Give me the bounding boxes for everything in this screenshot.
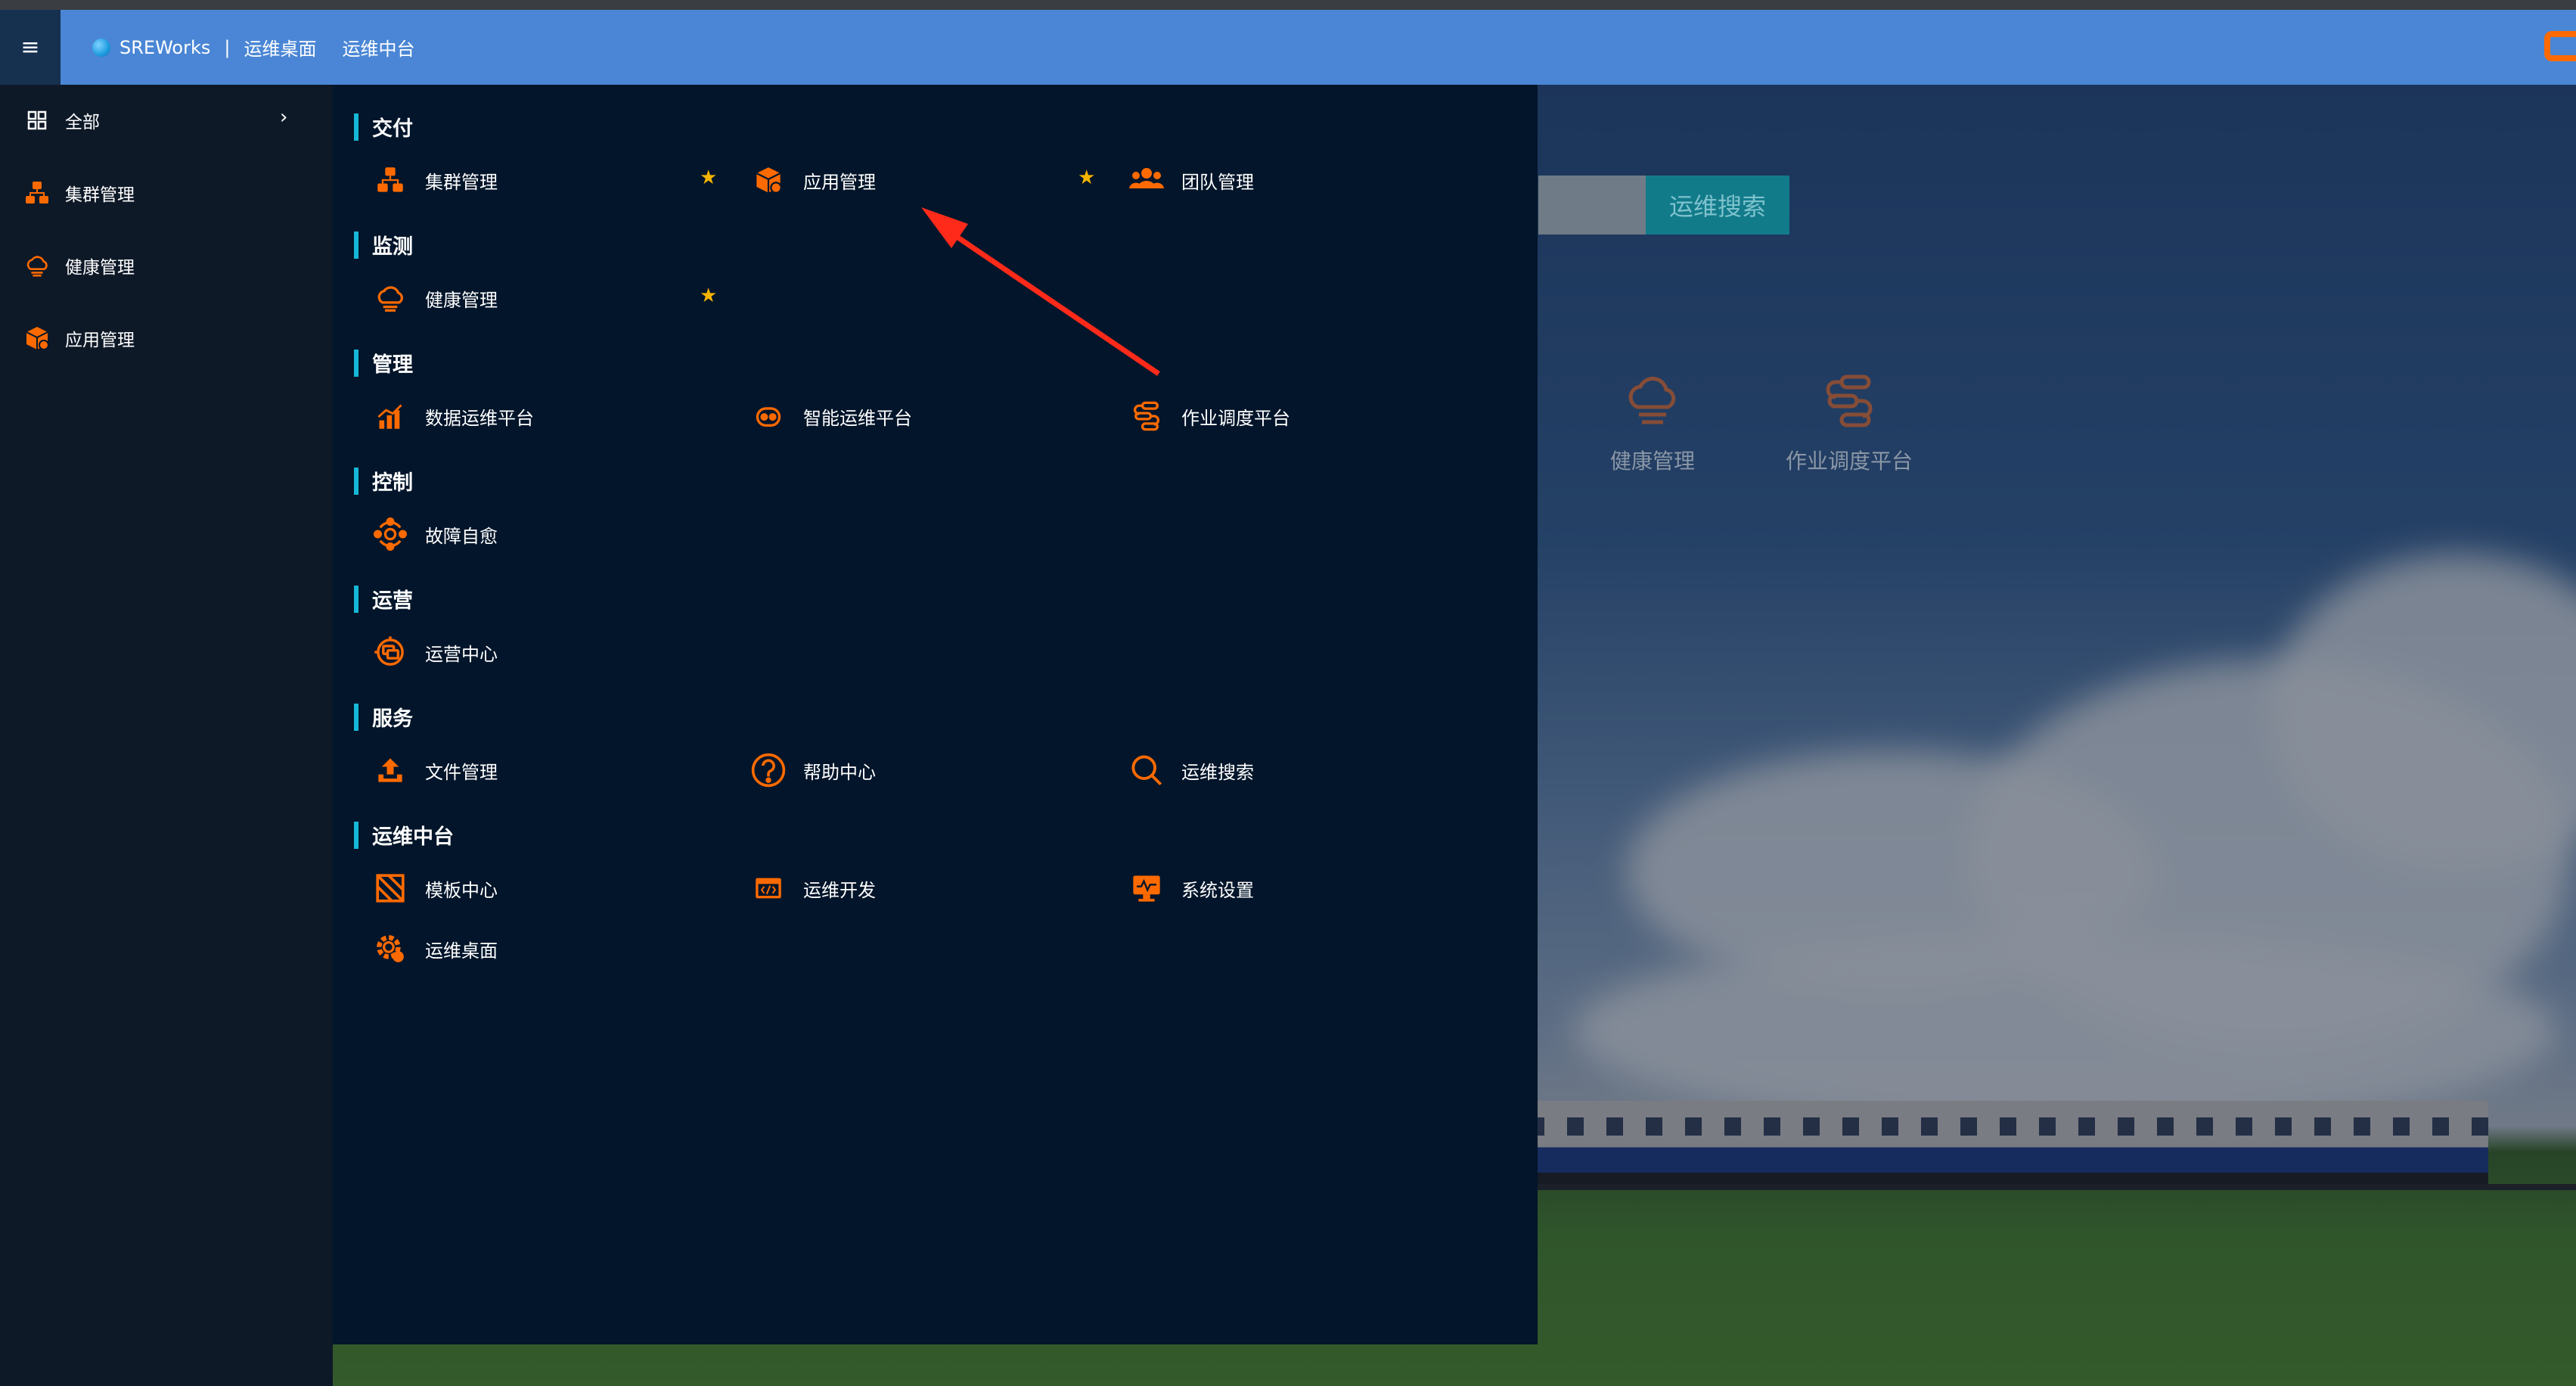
sidebar-item-label: 集群管理 xyxy=(65,185,135,205)
self-heal-icon xyxy=(372,516,408,552)
search-icon xyxy=(1128,752,1165,788)
breadcrumb-desktop[interactable]: 运维桌面 xyxy=(244,34,316,61)
star-icon[interactable]: ★ xyxy=(1078,166,1095,189)
menu-item-settings[interactable]: 系统设置 xyxy=(1128,870,1254,906)
help-icon xyxy=(750,752,787,788)
menu-item-label: 运维搜索 xyxy=(1181,761,1254,783)
menu-item-job-schedule[interactable]: 作业调度平台 xyxy=(1128,398,1290,434)
category-title: 服务 xyxy=(372,707,413,731)
grid-icon xyxy=(24,107,50,133)
app-box-icon xyxy=(24,325,50,351)
menu-item-ops-center[interactable]: 运营中心 xyxy=(372,634,498,670)
health-cloud-icon xyxy=(24,253,50,278)
browser-strip xyxy=(0,0,2576,10)
breadcrumb-separator: | xyxy=(224,36,231,58)
category-title: 交付 xyxy=(372,117,413,141)
menu-item-desktop[interactable]: 运维桌面 xyxy=(372,931,498,967)
sidebar-item-all[interactable]: 全部 xyxy=(24,107,100,133)
bar-chart-icon xyxy=(372,398,408,434)
menu-item-help[interactable]: 帮助中心 xyxy=(750,752,876,788)
menu-item-label: 运维开发 xyxy=(803,879,876,901)
menu-item-search[interactable]: 运维搜索 xyxy=(1128,752,1254,788)
menu-item-label: 故障自愈 xyxy=(425,525,498,547)
sidebar-item-app[interactable]: 应用管理 xyxy=(24,325,135,351)
menu-item-label: 模板中心 xyxy=(425,879,498,901)
sidebar-item-label: 应用管理 xyxy=(65,331,135,350)
category-title: 监测 xyxy=(372,235,413,259)
menu-item-label: 运维桌面 xyxy=(425,940,498,962)
chevron-right-icon[interactable]: › xyxy=(280,106,287,129)
top-bar: ≡ SREWorks | 运维桌面 运维中台 xyxy=(0,10,2576,85)
menu-item-health[interactable]: 健康管理 xyxy=(372,280,498,316)
category-control: 控制 xyxy=(354,466,413,496)
code-window-icon xyxy=(750,870,787,906)
menu-item-label: 运营中心 xyxy=(425,643,498,665)
job-schedule-icon xyxy=(1128,398,1165,434)
sidebar: 全部 › 集群管理 健康管理 应用管理 xyxy=(0,85,333,1386)
menu-item-dev[interactable]: 运维开发 xyxy=(750,870,876,906)
menu-item-label: 团队管理 xyxy=(1181,171,1254,193)
menu-item-label: 数据运维平台 xyxy=(425,407,534,429)
upload-icon xyxy=(372,752,408,788)
cluster-icon xyxy=(24,180,50,206)
menu-item-team[interactable]: 团队管理 xyxy=(1128,162,1254,198)
menu-item-label: 应用管理 xyxy=(803,171,876,193)
menu-item-self-heal[interactable]: 故障自愈 xyxy=(372,516,498,552)
menu-item-label: 作业调度平台 xyxy=(1181,407,1290,429)
category-management: 管理 xyxy=(354,348,413,378)
menu-item-label: 集群管理 xyxy=(425,171,498,193)
category-title: 管理 xyxy=(372,353,413,377)
category-delivery: 交付 xyxy=(354,112,413,141)
category-service: 服务 xyxy=(354,702,413,732)
menu-item-cluster[interactable]: 集群管理 xyxy=(372,162,498,198)
bg-search-button[interactable]: 运维搜索 xyxy=(1646,176,1789,235)
cluster-icon xyxy=(372,162,408,198)
robot-icon xyxy=(750,398,787,434)
template-icon xyxy=(372,870,408,906)
menu-item-data-ops[interactable]: 数据运维平台 xyxy=(372,398,534,434)
gear-icon xyxy=(372,931,408,967)
app-menu-panel: 交付 集群管理 ★ 应用管理 ★ 团队管理 监测 健康管理 ★ 管理 数据运维平… xyxy=(333,85,1538,1344)
team-icon xyxy=(1128,162,1165,198)
sidebar-item-label: 健康管理 xyxy=(65,258,135,278)
brand-corner-icon[interactable] xyxy=(2544,31,2576,61)
menu-item-label: 智能运维平台 xyxy=(803,407,912,429)
category-monitoring: 监测 xyxy=(354,230,413,259)
job-schedule-icon xyxy=(1819,371,1879,431)
health-cloud-icon xyxy=(1622,371,1683,431)
menu-item-label: 系统设置 xyxy=(1181,879,1254,901)
health-cloud-icon xyxy=(372,280,408,316)
ops-center-icon xyxy=(372,634,408,670)
hamburger-icon: ≡ xyxy=(20,34,40,61)
bg-app-health[interactable]: 健康管理 xyxy=(1577,371,1728,475)
breadcrumb-platform[interactable]: 运维中台 xyxy=(342,34,414,61)
sidebar-item-health[interactable]: 健康管理 xyxy=(24,253,135,278)
menu-item-ai-ops[interactable]: 智能运维平台 xyxy=(750,398,912,434)
sidebar-item-cluster[interactable]: 集群管理 xyxy=(24,180,135,206)
menu-item-label: 文件管理 xyxy=(425,761,498,783)
bg-app-label: 健康管理 xyxy=(1609,449,1695,474)
category-ops-platform: 运维中台 xyxy=(354,820,454,850)
menu-toggle-button[interactable]: ≡ xyxy=(0,10,61,85)
app-box-icon xyxy=(750,162,787,198)
bg-app-job[interactable]: 作业调度平台 xyxy=(1774,371,1925,475)
sidebar-item-label: 全部 xyxy=(65,113,100,132)
star-icon[interactable]: ★ xyxy=(700,166,717,189)
bg-app-label: 作业调度平台 xyxy=(1785,449,1913,474)
star-icon[interactable]: ★ xyxy=(700,284,717,307)
menu-item-template[interactable]: 模板中心 xyxy=(372,870,498,906)
menu-item-file[interactable]: 文件管理 xyxy=(372,752,498,788)
menu-item-label: 健康管理 xyxy=(425,289,498,311)
brand-name[interactable]: SREWorks xyxy=(119,37,210,58)
sreworks-logo-icon xyxy=(92,38,110,57)
category-title: 运维中台 xyxy=(372,825,454,849)
breadcrumb: SREWorks | 运维桌面 运维中台 xyxy=(92,10,414,85)
menu-item-app[interactable]: 应用管理 xyxy=(750,162,876,198)
menu-item-label: 帮助中心 xyxy=(803,761,876,783)
category-title: 运营 xyxy=(372,589,413,613)
category-title: 控制 xyxy=(372,471,413,495)
category-operation: 运营 xyxy=(354,584,413,614)
monitor-settings-icon xyxy=(1128,870,1165,906)
